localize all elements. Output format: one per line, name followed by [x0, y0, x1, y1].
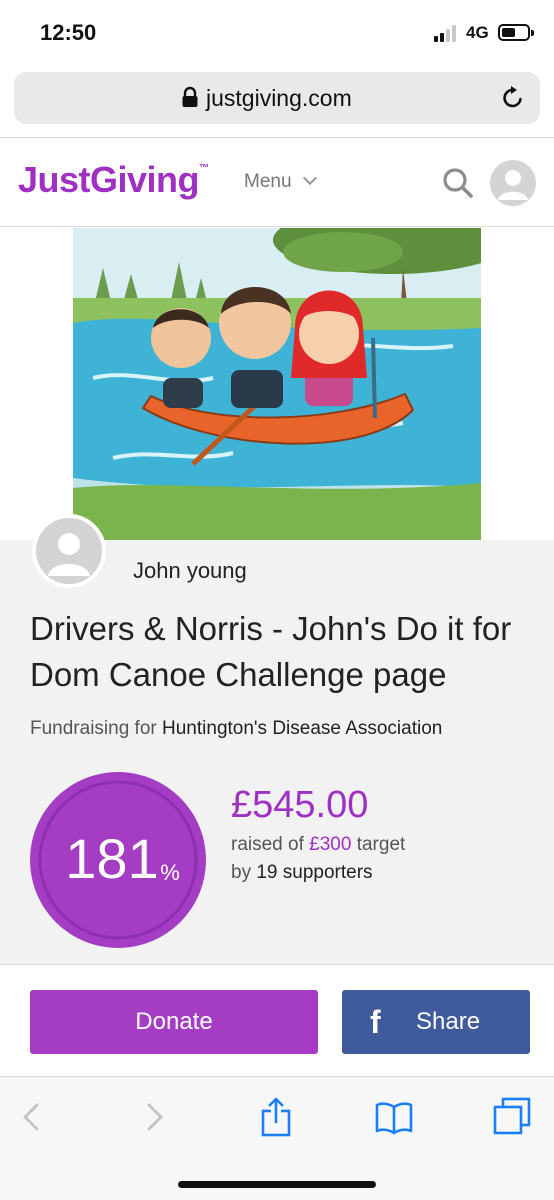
search-icon[interactable] [442, 167, 474, 199]
supporters-prefix: by [231, 862, 257, 883]
chevron-down-icon [302, 170, 317, 186]
bookmarks-icon[interactable] [374, 1097, 414, 1137]
logo-trademark: ™ [199, 163, 209, 174]
menu-button[interactable]: Menu [244, 170, 317, 193]
logo-text: JustGiving [18, 159, 200, 200]
signal-icon [434, 24, 460, 42]
browser-address-area: justgiving.com [0, 66, 554, 138]
fundraiser-details: John young Drivers & Norris - John's Do … [0, 514, 554, 964]
home-indicator [178, 1181, 376, 1188]
progress-percent-sign: % [160, 860, 180, 885]
target-suffix: target [351, 834, 406, 855]
raised-amount: £545.00 [231, 784, 369, 826]
action-bar: Donate f Share [0, 964, 554, 1076]
facebook-icon: f [370, 1004, 381, 1040]
share-label: Share [416, 1008, 481, 1035]
fundraising-prefix: Fundraising for [30, 718, 163, 739]
donate-button[interactable]: Donate [30, 990, 318, 1054]
url-text: justgiving.com [206, 85, 352, 111]
share-button[interactable]: f Share [342, 990, 530, 1054]
justgiving-logo[interactable]: JustGiving™ [18, 159, 209, 201]
target-amount: £300 [309, 834, 352, 855]
status-bar: 12:50 4G [0, 0, 554, 66]
battery-icon [498, 24, 534, 41]
owner-name[interactable]: John young [133, 558, 247, 584]
forward-icon[interactable] [134, 1097, 174, 1137]
target-line: raised of £300 target [231, 834, 405, 856]
network-label: 4G [466, 23, 489, 42]
raised-prefix: raised of [231, 834, 310, 855]
tabs-icon[interactable] [492, 1097, 532, 1137]
progress-circle: 181 % [30, 772, 206, 948]
address-bar[interactable]: justgiving.com [14, 72, 540, 124]
page-title: Drivers & Norris - John's Do it for Dom … [30, 610, 512, 693]
owner-avatar-icon [32, 514, 106, 588]
supporters-count[interactable]: 19 supporters [256, 862, 372, 883]
progress-percent: 181 [65, 827, 158, 890]
status-time: 12:50 [40, 20, 97, 45]
menu-label: Menu [244, 171, 292, 192]
share-icon[interactable] [256, 1097, 296, 1137]
site-header: JustGiving™ Menu [0, 139, 554, 227]
hero-image [73, 228, 481, 540]
fundraising-for: Fundraising for Huntington's Disease Ass… [30, 718, 442, 740]
reload-icon[interactable] [500, 85, 526, 111]
browser-toolbar [0, 1076, 554, 1200]
supporters-line: by 19 supporters [231, 862, 373, 884]
charity-link[interactable]: Huntington's Disease Association [162, 718, 442, 739]
user-avatar-icon[interactable] [490, 160, 536, 206]
lock-icon [182, 86, 198, 107]
back-icon[interactable] [12, 1097, 52, 1137]
